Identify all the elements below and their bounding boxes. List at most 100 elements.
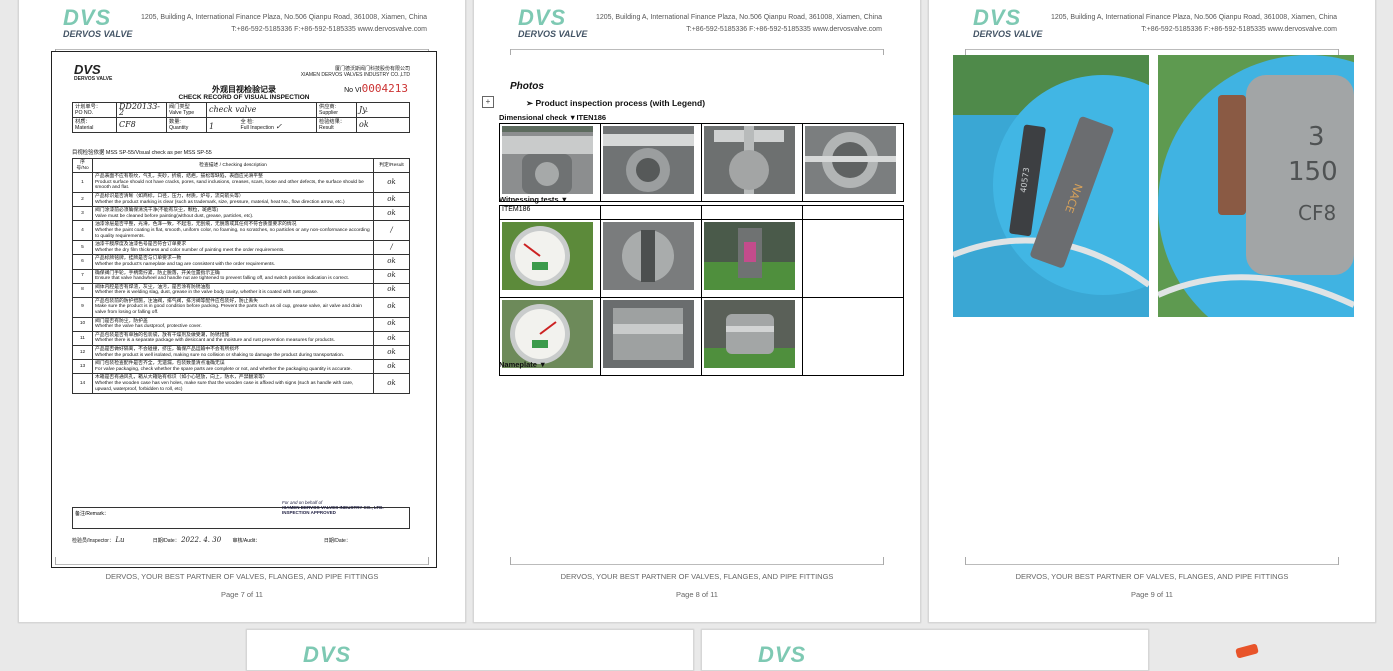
check-number: 7 <box>72 268 93 284</box>
record-company: 厦门德沃斯阀门科技股份有限公司 XIAMEN DERVOS VALVES IND… <box>301 66 410 78</box>
check-description: 阀体内腔是否有焊渣，灰尘，油污，是否涂有防锈油脂 Whether there is… <box>92 282 374 298</box>
company-logo: DVS DERVOS VALVE <box>518 5 598 40</box>
quantity-full-cell: 1 全 检: Full Inspection ✓ <box>206 117 317 133</box>
remark-label: 备注/Remark： <box>75 511 109 517</box>
svg-text:150: 150 <box>1288 157 1338 187</box>
photo-cell <box>600 219 702 298</box>
pressure-gauge-photo-2 <box>502 300 593 368</box>
empty-cell <box>701 205 803 220</box>
pressure-gauge-photo-1 <box>502 222 593 290</box>
nameplate-tag-photo: NACE 40573 <box>953 55 1149 317</box>
footer-rule <box>965 557 1339 565</box>
check-desc-en: Whether the wooden case has ven holes, m… <box>95 381 354 392</box>
svg-text:CF8: CF8 <box>1298 201 1336 225</box>
check-description: 阀门涂漆前必须确保清洗干净(不能有灰尘，颗粒，斑疤等) Valve must be… <box>92 206 374 222</box>
full-inspection-label: 全 检: Full Inspection <box>240 119 274 131</box>
check-desc-en: Ensure that valve handwheel and handle n… <box>95 276 350 282</box>
test-bench-photo-2 <box>704 300 795 368</box>
witnessing-tests-caption: Witnessing tests ▼ <box>499 195 569 204</box>
document-page-7: DVS DERVOS VALVE 1205, Building A, Inter… <box>18 0 466 623</box>
approval-stamp: For and on behalf of XIAMEN DERVOS VALVE… <box>282 500 384 515</box>
caliper-photo-2 <box>603 126 694 194</box>
check-result: ok <box>373 268 410 284</box>
check-result: ok <box>373 254 410 270</box>
check-row: 9 产品包装前的防护措施，注油阀，排气阀，排污阀等配件应包装好，防止丢失 Make … <box>72 296 410 318</box>
logo-mark: DVS <box>518 5 567 30</box>
page-header: DVS DERVOS VALVE 1205, Building A, Inter… <box>474 0 920 55</box>
nameplate-caption: Nameplate ▼ <box>499 360 547 369</box>
check-number: 10 <box>72 316 93 332</box>
check-number: 12 <box>72 345 93 361</box>
visual-inspection-record-scan: DVS DERVOS VALVE 厦门德沃斯阀门科技股份有限公司 XIAMEN … <box>51 51 437 568</box>
photo-cell <box>701 297 803 376</box>
empty-cell <box>802 219 904 298</box>
check-result: ok <box>373 191 410 208</box>
check-description: 产品表面不应有裂纹，气孔，夹砂，折痕，结疤，鼓松等缺陷，表面应光滑平整 Produ… <box>92 172 374 193</box>
corner-app-icon[interactable] <box>1235 643 1259 659</box>
inspector-label: 检验员/Inspector： <box>72 538 114 544</box>
contact-line: T:+86-592-5185336 F:+86-592-5185335 www.… <box>686 26 882 33</box>
company-logo: DVS DERVOS VALVE <box>973 7 1053 40</box>
check-number: 6 <box>72 254 93 270</box>
check-number: 9 <box>72 296 93 318</box>
dimensional-check-caption: Dimensional check ▼ITEN186 <box>499 113 607 122</box>
po-value: DD20133-2 <box>116 102 167 118</box>
svg-text:3: 3 <box>1308 122 1325 152</box>
header-rule <box>510 37 884 55</box>
caliper-photo-4 <box>805 126 896 194</box>
check-result: ok <box>373 296 410 318</box>
material-label: 材质： Material <box>72 117 117 133</box>
empty-cell <box>600 205 702 220</box>
caliper-photo-3 <box>704 126 795 194</box>
photo-cell <box>802 123 904 202</box>
checking-table: 序号/No 检查描述 / Checking description 判定/Res… <box>72 157 410 395</box>
photo-cell <box>499 219 601 298</box>
check-row: 11 产品包装是否有单独的包装袋，放有干燥剂及做受潮，防锈措施 Whether th… <box>72 330 410 347</box>
photos-heading: Photos <box>510 81 544 92</box>
check-result: ok <box>373 345 410 361</box>
check-description: 产品标识是否清晰（如商标，口径，压力，材质，炉号，流向箭头等） Whether t… <box>92 191 374 208</box>
process-heading: ➢ Product inspection process (with Legen… <box>526 98 706 108</box>
valve-test-photo-1 <box>603 222 694 290</box>
dimensional-photo-table <box>499 123 904 202</box>
table-move-handle-icon[interactable]: + <box>482 96 494 108</box>
valve-type-value: check valve <box>206 102 317 118</box>
result-value: ok <box>356 117 410 133</box>
page-footer: DERVOS, YOUR BEST PARTNER OF VALVES, FLA… <box>929 557 1375 622</box>
footer-rule <box>510 557 884 565</box>
check-desc-en: Make sure the product is in good conditi… <box>95 304 362 316</box>
check-result: ok <box>373 359 410 375</box>
logo-mark: DVS <box>758 642 807 667</box>
check-desc-en: For valve packaging, check whether the s… <box>95 366 352 372</box>
record-number: No VI0004213 <box>344 82 408 95</box>
check-number: 13 <box>72 359 93 375</box>
check-description: 阀门包装检查配件是否齐全，无遗漏，包装数量清点准确无误 For valve pac… <box>92 359 374 375</box>
check-row: 10 阀门是否有防尘，防护盖 Whether the valve has dustp… <box>72 316 410 332</box>
company-en: XIAMEN DERVOS VALVES INDUSTRY CO.,LTD <box>300 72 410 78</box>
page-header: DVS DERVOS VALVE 1205, Building A, Inter… <box>19 0 465 55</box>
standard-line: 目视检验依据 MSS SP-55/Visual check as per MSS… <box>72 150 212 156</box>
footer-slogan: DERVOS, YOUR BEST PARTNER OF VALVES, FLA… <box>560 572 834 581</box>
audit-label: 审核/Audit： <box>232 538 261 544</box>
check-description: 油漆涂层是否平整，光滑，色泽一致，不起泡，无刮痕，无脱落或其任何不符合质量要求的… <box>92 220 374 242</box>
header-rule <box>55 37 429 55</box>
check-description: 油漆干膜厚度及油漆色号是否符合订单要求 Whether the dry film … <box>92 240 374 256</box>
check-desc-en: Whether there is a separate package with… <box>95 338 335 344</box>
check-desc-en: Product surface should not have cracks, … <box>95 179 364 191</box>
footer-rule <box>55 557 429 565</box>
check-row: 5 油漆干膜厚度及油漆色号是否符合订单要求 Whether the dry film… <box>72 240 410 256</box>
check-description: 确保阀门手轮，手柄需拧紧，防止脱落，开关位置指示正确 Ensure that va… <box>92 268 374 284</box>
photo-cell <box>701 123 803 202</box>
header-address: 1205, Building A, International Finance … <box>1051 12 1337 36</box>
check-desc-en: Whether the product marking is clear (su… <box>95 199 345 205</box>
check-row: 13 阀门包装检查配件是否齐全，无遗漏，包装数量清点准确无误 For valve p… <box>72 359 410 375</box>
photo-cell <box>600 297 702 376</box>
valve-test-photo-2 <box>603 300 694 368</box>
record-no-label: No VI <box>344 87 362 94</box>
document-page-8: DVS DERVOS VALVE 1205, Building A, Inter… <box>473 0 921 623</box>
check-row: 1 产品表面不应有裂纹，气孔，夹砂，折痕，结疤，鼓松等缺陷，表面应光滑平整 Prod… <box>72 172 410 193</box>
check-row: 12 产品是否做好隔离，不会碰撞，挤压，确保产品运输中不会有所损坏 Whether … <box>72 345 410 361</box>
col-desc-header: 检查描述 / Checking description <box>92 157 374 174</box>
record-info-table: 计划单号： PO NO. DD20133-2 阀门类型 Valve Type c… <box>72 102 410 133</box>
check-result: / <box>373 240 410 256</box>
